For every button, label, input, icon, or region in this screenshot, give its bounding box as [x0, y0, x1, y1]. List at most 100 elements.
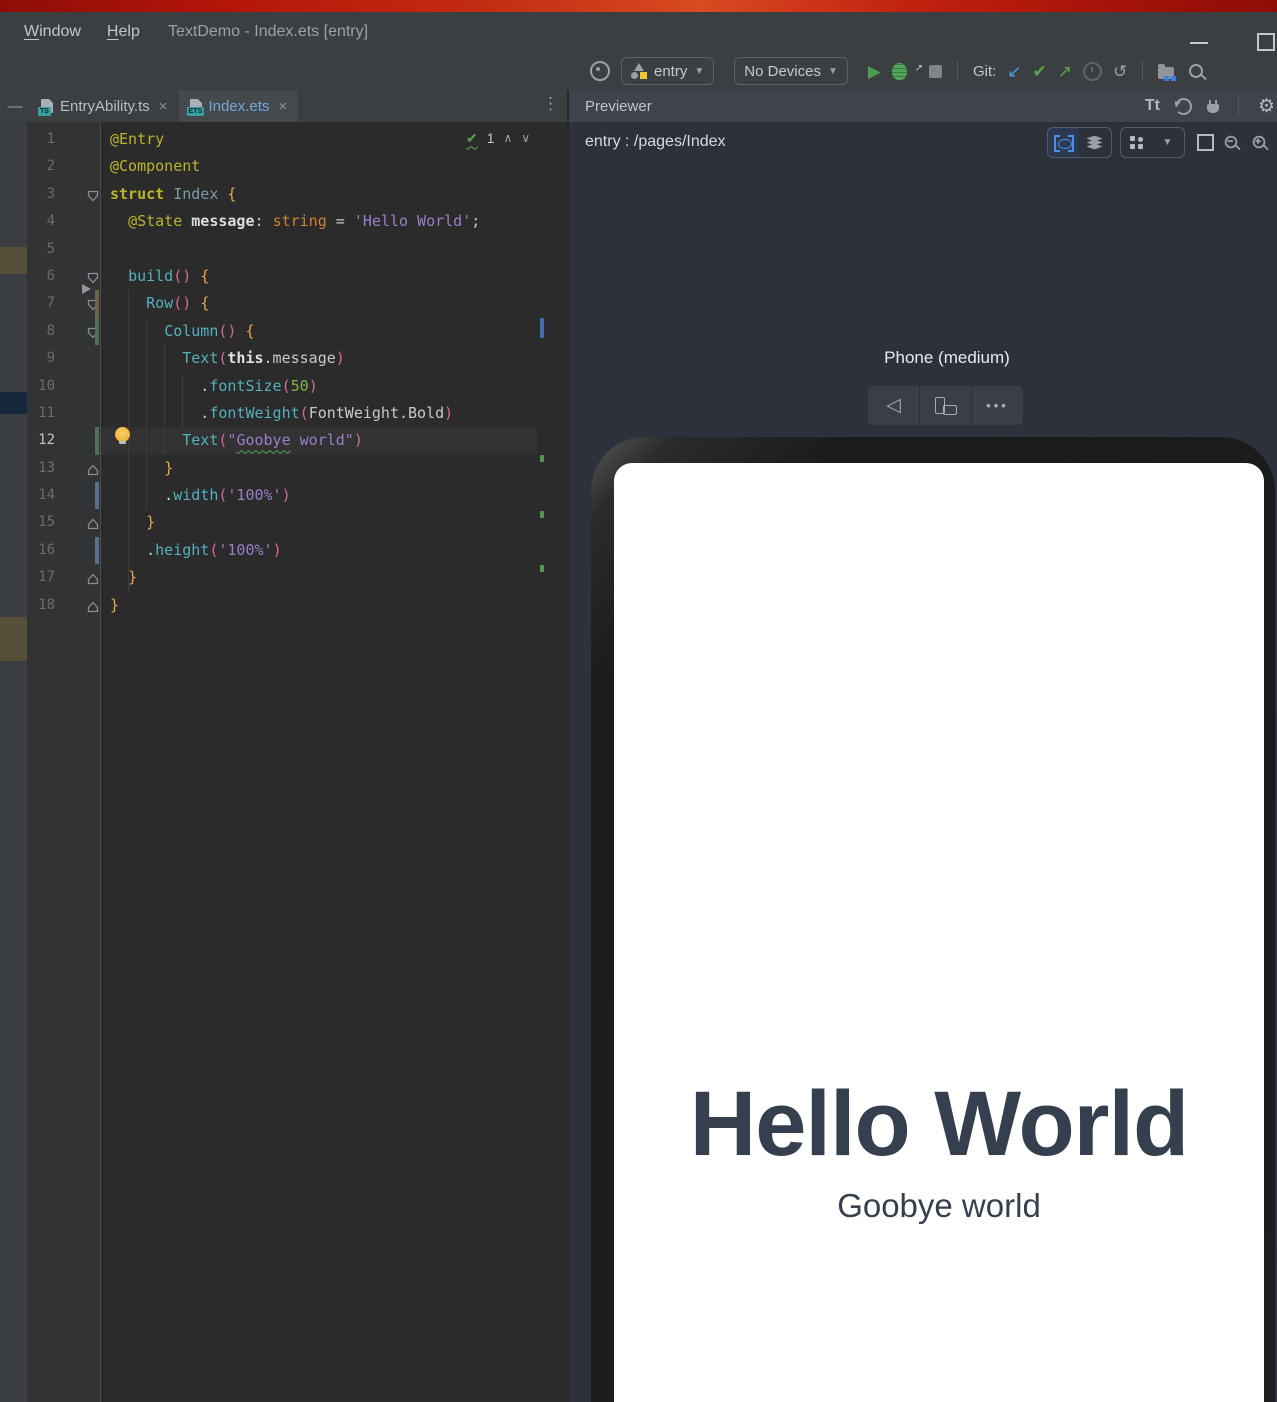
- window-maximize-button[interactable]: [1257, 33, 1275, 51]
- device-selector-dropdown[interactable]: No Devices ▼: [734, 57, 848, 85]
- file-icon: TS: [41, 99, 53, 113]
- indent-guide: [182, 373, 183, 428]
- code-line[interactable]: .width('100%'): [100, 482, 537, 509]
- run-button[interactable]: ▶: [868, 63, 881, 80]
- fold-open-icon[interactable]: [87, 189, 99, 201]
- inspect-mode-button[interactable]: [1048, 128, 1079, 157]
- line-number: 4: [27, 208, 55, 235]
- git-update-button[interactable]: ↙: [1007, 63, 1021, 80]
- code-line[interactable]: .fontWeight(FontWeight.Bold): [100, 400, 537, 427]
- fold-close-icon[interactable]: [87, 600, 99, 612]
- code-line[interactable]: @State message: string = 'Hello World';: [100, 208, 537, 235]
- component-dropdown-button[interactable]: ▼: [1152, 128, 1183, 157]
- fold-close-icon[interactable]: [87, 517, 99, 529]
- code-line[interactable]: struct Index {: [100, 181, 537, 208]
- line-number: 17: [27, 564, 55, 591]
- component-grid-button[interactable]: [1121, 128, 1152, 157]
- chevron-down-icon: ▼: [694, 66, 704, 77]
- scrollbar-change-mark: [540, 318, 544, 338]
- gutter-row: 11: [27, 400, 100, 427]
- editor-gutter: 123456789101112131415161718: [27, 122, 101, 1402]
- font-settings-icon[interactable]: Tt: [1145, 97, 1160, 115]
- file-type-badge: TS: [38, 107, 51, 116]
- stop-button[interactable]: [929, 65, 942, 78]
- layers-mode-button[interactable]: [1079, 128, 1110, 157]
- previewer-panel: entry : /pages/Index ▼ Phone (medium) ◁: [569, 122, 1277, 1402]
- git-push-button[interactable]: ↗: [1058, 63, 1072, 80]
- code-line[interactable]: .height('100%'): [100, 537, 537, 564]
- tab-entryability-ts[interactable]: TS EntryAbility.ts ×: [30, 90, 179, 122]
- line-number: 13: [27, 455, 55, 482]
- rotate-device-button[interactable]: [919, 386, 971, 425]
- code-line[interactable]: }: [100, 455, 537, 482]
- code-line[interactable]: }: [100, 592, 537, 619]
- line-number: 1: [27, 126, 55, 153]
- more-options-button[interactable]: •••: [971, 386, 1023, 425]
- debug-button[interactable]: [892, 63, 907, 80]
- gutter-row: 17: [27, 564, 100, 591]
- gutter-row: 10: [27, 373, 100, 400]
- settings-gear-icon[interactable]: ⚙: [1258, 95, 1275, 118]
- layers-icon: [1087, 136, 1103, 150]
- code-area[interactable]: @Entry@Componentstruct Index { @State me…: [100, 122, 537, 1402]
- code-line[interactable]: .fontSize(50): [100, 373, 537, 400]
- refresh-icon[interactable]: [1175, 98, 1192, 115]
- preview-back-button[interactable]: ◁: [868, 386, 919, 425]
- tab-label: EntryAbility.ts: [60, 98, 150, 115]
- vcs-change-bar: [95, 290, 99, 317]
- chevron-down-icon: ▼: [828, 66, 838, 77]
- line-number: 5: [27, 236, 55, 263]
- code-line[interactable]: [100, 236, 537, 263]
- eye-focus-icon: [1054, 135, 1074, 150]
- history-icon[interactable]: [1083, 62, 1102, 81]
- code-line[interactable]: Text("Goobye world"): [100, 427, 537, 454]
- search-everywhere-icon[interactable]: [1189, 64, 1203, 78]
- window-minimize-button[interactable]: [1190, 42, 1208, 44]
- rollback-button[interactable]: ↺: [1113, 63, 1127, 80]
- code-line[interactable]: }: [100, 509, 537, 536]
- code-editor[interactable]: 123456789101112131415161718 @Entry@Compo…: [0, 122, 567, 1402]
- locate-icon[interactable]: [590, 61, 610, 81]
- rotate-icon: [935, 397, 957, 415]
- fit-frame-icon[interactable]: [1197, 134, 1214, 151]
- code-line[interactable]: Row() {: [100, 290, 537, 317]
- run-gutter-icon[interactable]: [82, 284, 91, 294]
- code-line[interactable]: Text(this.message): [100, 345, 537, 372]
- gutter-row: 13: [27, 455, 100, 482]
- previewer-subheader: entry : /pages/Index ▼: [569, 122, 1277, 162]
- vcs-change-bar: [95, 482, 99, 509]
- menu-window[interactable]: Window: [24, 23, 81, 41]
- prev-problem-icon[interactable]: ∧: [504, 131, 513, 145]
- tab-index-ets[interactable]: ETSIndex.ets×: [179, 90, 299, 122]
- zoom-out-icon[interactable]: [1225, 136, 1238, 149]
- code-line[interactable]: @Component: [100, 153, 537, 180]
- tab-options-kebab-icon[interactable]: ⋮: [542, 94, 559, 114]
- vcs-change-bar: [95, 537, 99, 564]
- menu-help[interactable]: Help: [107, 23, 140, 41]
- fold-close-icon[interactable]: [87, 572, 99, 584]
- gutter-row: 4: [27, 208, 100, 235]
- intention-bulb-icon[interactable]: [115, 427, 130, 442]
- inspection-widget[interactable]: ✔ 1 ∧ ∨: [466, 127, 530, 149]
- plugin-connect-icon[interactable]: [1207, 104, 1219, 113]
- fold-open-icon[interactable]: [87, 271, 99, 283]
- close-tab-icon[interactable]: ×: [159, 98, 168, 115]
- indent-guide: [164, 345, 165, 455]
- run-configuration-dropdown[interactable]: entry ▼: [621, 57, 714, 85]
- line-number: 2: [27, 153, 55, 180]
- git-commit-button[interactable]: ✔: [1033, 63, 1047, 80]
- hide-tabs-icon[interactable]: —: [0, 90, 30, 122]
- next-problem-icon[interactable]: ∨: [521, 131, 530, 145]
- code-line[interactable]: build() {: [100, 263, 537, 290]
- gutter-row: 16: [27, 537, 100, 564]
- code-line[interactable]: Column() {: [100, 318, 537, 345]
- fold-close-icon[interactable]: [87, 463, 99, 475]
- scrollbar-change-mark: [540, 565, 544, 572]
- line-number: 18: [27, 592, 55, 619]
- toolbar-separator: [1238, 95, 1239, 117]
- close-tab-icon[interactable]: ×: [278, 98, 287, 115]
- zoom-in-icon[interactable]: [1253, 136, 1266, 149]
- project-structure-icon[interactable]: [1158, 67, 1174, 79]
- code-line[interactable]: }: [100, 564, 537, 591]
- line-number: 14: [27, 482, 55, 509]
